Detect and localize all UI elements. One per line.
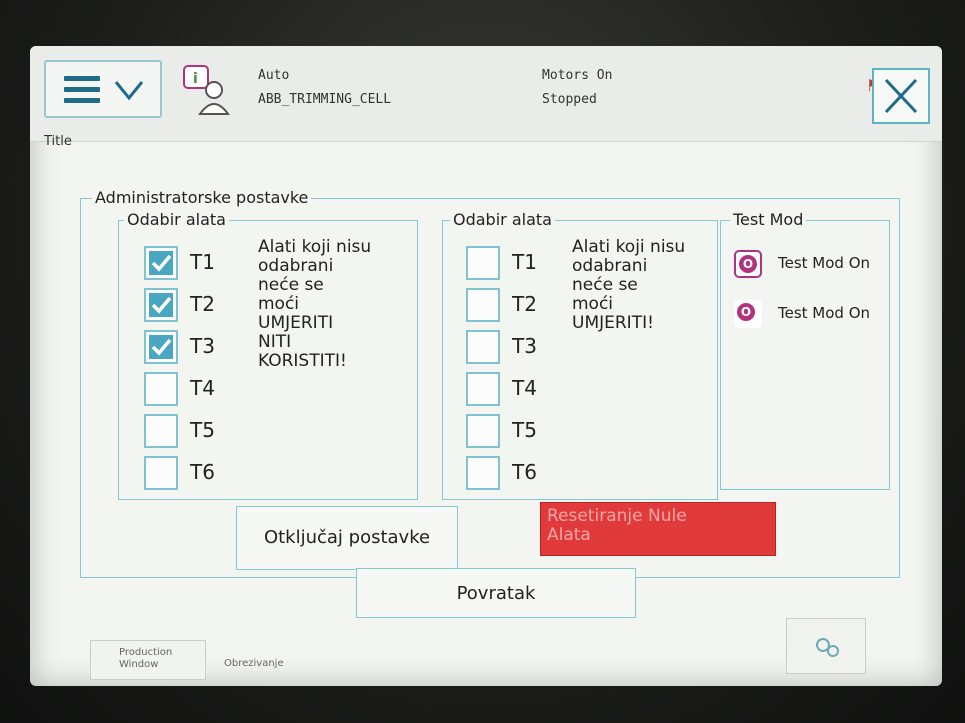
back-button[interactable]: Povratak [356,568,636,618]
tab-production-window[interactable]: Production Window [90,640,206,680]
tab-obrezivanje[interactable]: Obrezivanje [208,652,324,680]
tool-checkbox-right-3[interactable] [466,330,500,364]
checkmark-icon [151,338,172,356]
test-mode-option-2[interactable]: O [734,300,762,328]
test-mode-label-1: Test Mod On [778,254,871,272]
test-mode-title: Test Mod [730,211,807,229]
radio-indicator: O [739,255,757,273]
reset-tool-zero-button[interactable]: Resetiranje Nule Alata [540,502,776,556]
tool-checkbox-left-4[interactable] [144,372,178,406]
tool-checkbox-right-2[interactable] [466,288,500,322]
operating-mode: Auto [258,68,290,83]
close-icon [884,78,918,114]
view-title: Title [44,134,72,149]
tool-label-left-1: T1 [190,250,215,274]
tool-label-left-2: T2 [190,292,215,316]
controller-name: ABB_TRIMMING_CELL [258,92,392,107]
flexpendant-screen: i Auto ABB_TRIMMING_CELL Motors On Stopp… [30,46,942,686]
tool-checkbox-right-5[interactable] [466,414,500,448]
warning-text-right: Alati koji nisu odabrani neće se moći UM… [572,237,686,333]
tool-label-right-4: T4 [512,376,537,400]
tool-label-left-5: T5 [190,418,215,442]
chevron-down-icon [114,81,144,101]
checkmark-icon [151,296,172,314]
operator-info-icon[interactable]: i [180,62,236,118]
tool-checkbox-right-6[interactable] [466,456,500,490]
tool-label-right-1: T1 [512,250,537,274]
tool-checkbox-left-6[interactable] [144,456,178,490]
tool-checkbox-left-5[interactable] [144,414,178,448]
tool-select-title-left: Odabir alata [124,211,229,229]
hamburger-icon [64,76,100,104]
tool-label-right-6: T6 [512,460,537,484]
warning-text-left: Alati koji nisu odabrani neće se moći UM… [258,237,372,371]
test-mode-label-2: Test Mod On [778,304,871,322]
tool-checkbox-left-3[interactable] [144,330,178,364]
gears-icon [816,638,839,657]
svg-text:i: i [193,71,198,87]
main-menu-button[interactable] [44,60,162,118]
tool-checkbox-right-4[interactable] [466,372,500,406]
unlock-settings-button[interactable]: Otključaj postavke [236,506,458,570]
tool-label-right-5: T5 [512,418,537,442]
radio-indicator: O [737,303,755,321]
tool-label-left-3: T3 [190,334,215,358]
checkmark-icon [151,254,172,272]
tool-label-left-4: T4 [190,376,215,400]
test-mode-option-1[interactable]: O [734,250,762,278]
admin-settings-title: Administratorske postavke [92,189,312,207]
tool-checkbox-right-1[interactable] [466,246,500,280]
status-bar: i Auto ABB_TRIMMING_CELL Motors On Stopp… [30,46,942,142]
tool-checkbox-left-1[interactable] [144,246,178,280]
motors-status: Motors On [542,68,613,83]
quickset-button[interactable] [786,618,866,674]
tool-label-right-2: T2 [512,292,537,316]
tool-checkbox-left-2[interactable] [144,288,178,322]
tool-label-left-6: T6 [190,460,215,484]
tool-label-right-3: T3 [512,334,537,358]
tool-select-title-right: Odabir alata [450,211,555,229]
program-state: Stopped [542,92,597,107]
close-button[interactable] [872,68,930,124]
